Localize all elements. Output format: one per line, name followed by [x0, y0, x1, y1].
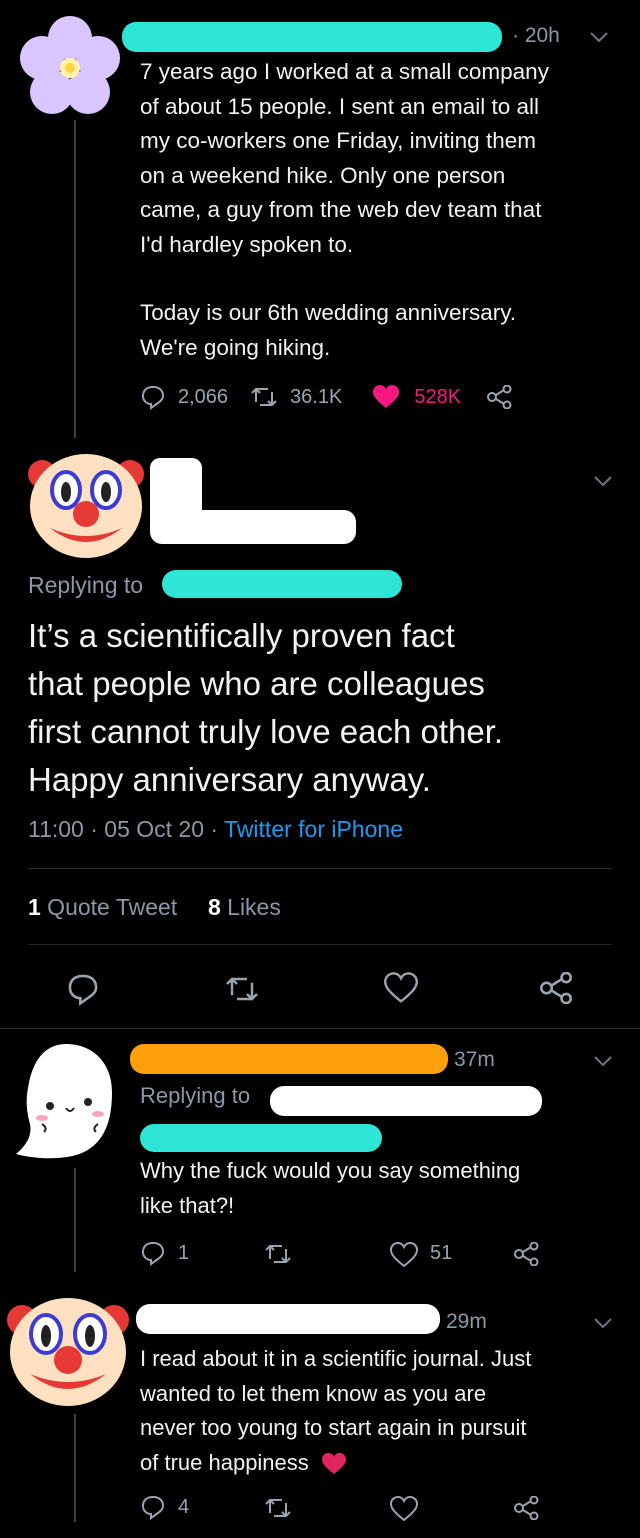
heart-icon[interactable]	[390, 1242, 418, 1268]
reply-text: Why the fuck would you say something lik…	[140, 1158, 521, 1218]
redacted-username	[136, 1304, 440, 1334]
reply-icon[interactable]	[66, 972, 100, 1006]
clown-avatar[interactable]	[4, 1286, 132, 1410]
like-count: 528K	[414, 385, 462, 408]
tweet-meta: 11:00 · 05 Oct 20 · Twitter for iPhone	[28, 816, 404, 842]
chevron-down-icon[interactable]	[588, 30, 610, 44]
thread-line	[74, 1168, 76, 1272]
share-icon[interactable]	[514, 1496, 540, 1520]
clown-avatar[interactable]	[22, 444, 150, 562]
share-icon[interactable]	[514, 1242, 540, 1266]
thread-line	[74, 1414, 76, 1522]
share-icon[interactable]	[487, 385, 513, 409]
reply-icon[interactable]	[140, 384, 166, 410]
flower-avatar[interactable]	[18, 14, 122, 118]
redacted-mention[interactable]	[270, 1086, 542, 1116]
retweet-icon[interactable]	[224, 974, 260, 1004]
retweet-icon[interactable]	[264, 1496, 292, 1520]
likes-count[interactable]: 8 Likes	[208, 894, 281, 920]
source-link[interactable]: Twitter for iPhone	[224, 816, 403, 842]
reply-count: 4	[178, 1496, 190, 1518]
redacted-mention[interactable]	[140, 1124, 382, 1152]
tweet-time: 29m	[446, 1310, 487, 1333]
tweet-time: · 20h	[512, 24, 560, 47]
reply-text: I read about it in a scientific journal.…	[140, 1346, 532, 1476]
tweet-time: 37m	[454, 1048, 495, 1071]
reply-icon[interactable]	[140, 1494, 166, 1520]
retweet-icon[interactable]	[250, 385, 278, 409]
tweet-actions: 2,066 36.1K 528K	[140, 384, 513, 410]
redacted-username	[122, 22, 502, 52]
chevron-down-icon[interactable]	[592, 1054, 614, 1068]
engagement-stats: 1 Quote Tweet 8 Likes	[28, 894, 281, 921]
divider	[28, 944, 612, 945]
replying-to-label: Replying to	[140, 1083, 251, 1108]
chevron-down-icon[interactable]	[592, 474, 614, 488]
redacted-username	[130, 1044, 448, 1074]
replying-to-label: Replying to	[28, 572, 144, 598]
heart-icon[interactable]	[390, 1496, 418, 1522]
retweet-count: 36.1K	[290, 385, 343, 408]
ghost-avatar[interactable]	[8, 1040, 122, 1162]
section-divider	[0, 1028, 640, 1029]
heart-filled-icon[interactable]	[372, 384, 400, 410]
divider	[28, 868, 612, 869]
redacted-handle	[150, 510, 356, 544]
redacted-mention[interactable]	[162, 570, 402, 598]
main-tweet-text: It’s a scientifically proven fact that p…	[28, 617, 504, 798]
red-heart-icon	[321, 1452, 347, 1476]
share-icon[interactable]	[540, 972, 574, 1004]
retweet-icon[interactable]	[264, 1242, 292, 1266]
chevron-down-icon[interactable]	[592, 1316, 614, 1330]
like-count: 51	[430, 1242, 453, 1264]
heart-icon[interactable]	[384, 972, 418, 1004]
reply-icon[interactable]	[140, 1240, 166, 1266]
quote-count[interactable]: 1 Quote Tweet	[28, 894, 177, 920]
reply-count: 1	[178, 1242, 190, 1264]
thread-line	[74, 120, 76, 438]
reply-count: 2,066	[178, 385, 229, 408]
tweet-text: 7 years ago I worked at a small company …	[140, 59, 549, 360]
